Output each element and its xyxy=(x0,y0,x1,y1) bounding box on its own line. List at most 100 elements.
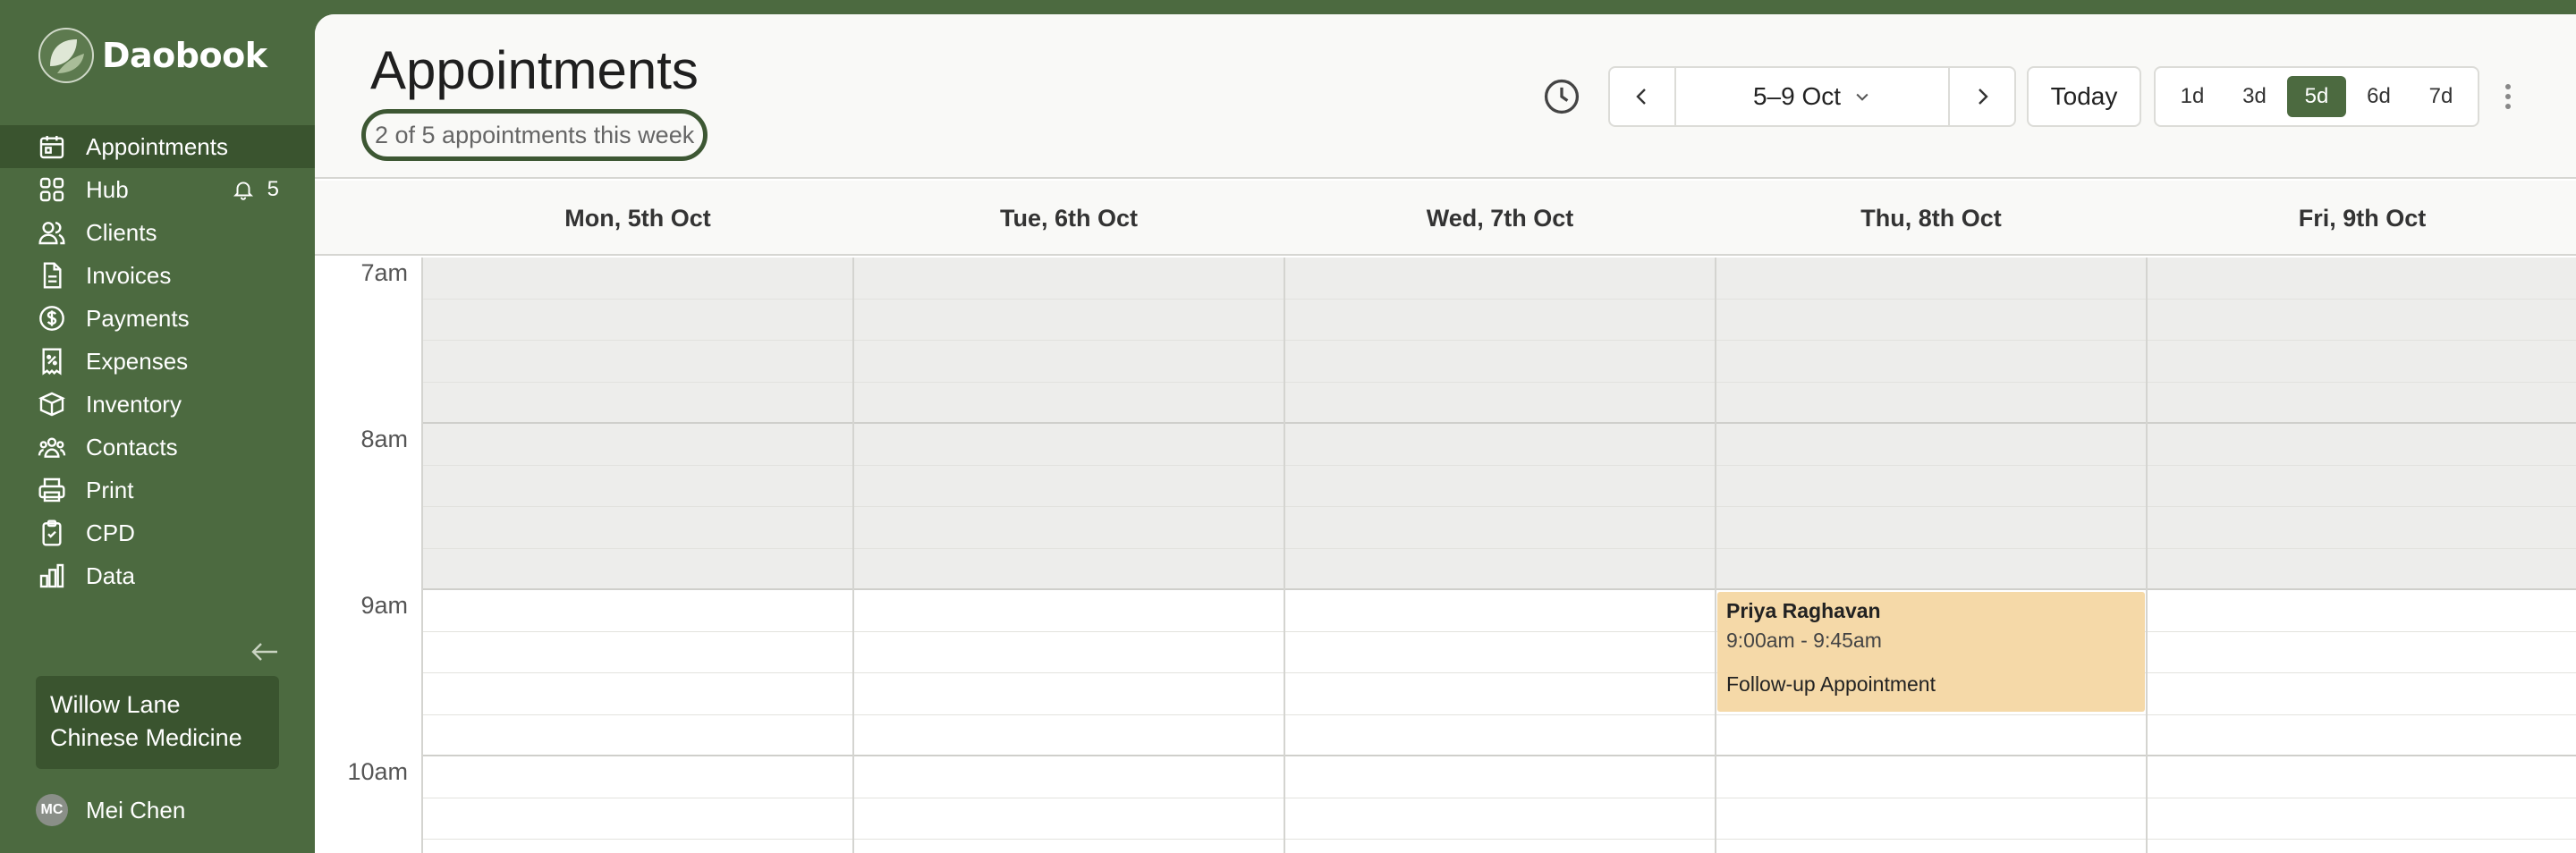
time-slot[interactable] xyxy=(1284,299,1716,341)
time-slot[interactable] xyxy=(1284,341,1716,383)
time-slot[interactable] xyxy=(1716,382,2147,424)
time-slot[interactable] xyxy=(422,341,853,383)
time-slot[interactable] xyxy=(1284,424,1716,466)
view-1d-button[interactable]: 1d xyxy=(2163,76,2222,117)
sidebar-item-payments[interactable]: Payments xyxy=(0,297,315,340)
time-slot[interactable] xyxy=(853,341,1284,383)
time-slot[interactable] xyxy=(1716,507,2147,549)
time-slot[interactable] xyxy=(1716,548,2147,590)
brand[interactable]: Daobook xyxy=(38,27,267,84)
time-slot[interactable] xyxy=(853,258,1284,300)
time-slot[interactable] xyxy=(1716,465,2147,507)
time-slot[interactable] xyxy=(1284,507,1716,549)
time-slot[interactable] xyxy=(2147,590,2576,632)
sidebar-item-inventory[interactable]: Inventory xyxy=(0,383,315,426)
more-options-button[interactable] xyxy=(2490,79,2526,114)
user-menu[interactable]: MC Mei Chen xyxy=(36,792,185,828)
time-slot[interactable] xyxy=(2147,341,2576,383)
time-slot[interactable] xyxy=(422,507,853,549)
time-slot[interactable] xyxy=(422,258,853,300)
view-5d-button[interactable]: 5d xyxy=(2287,76,2346,117)
today-button[interactable]: Today xyxy=(2027,66,2141,127)
time-slot[interactable] xyxy=(422,382,853,424)
practice-switcher[interactable]: Willow Lane Chinese Medicine xyxy=(36,676,279,769)
time-slot[interactable] xyxy=(1716,840,2147,853)
time-slot[interactable] xyxy=(853,840,1284,853)
sidebar-item-data[interactable]: Data xyxy=(0,554,315,597)
time-slot[interactable] xyxy=(422,798,853,840)
view-6d-button[interactable]: 6d xyxy=(2350,76,2409,117)
date-range-picker[interactable]: 5–9 Oct xyxy=(1676,68,1948,125)
time-slot[interactable] xyxy=(1284,840,1716,853)
time-slot[interactable] xyxy=(1284,632,1716,673)
time-slot[interactable] xyxy=(1284,465,1716,507)
time-slot[interactable] xyxy=(1716,715,2147,756)
time-slot[interactable] xyxy=(1284,382,1716,424)
view-3d-button[interactable]: 3d xyxy=(2225,76,2284,117)
time-slot[interactable] xyxy=(853,632,1284,673)
time-slot[interactable] xyxy=(1284,798,1716,840)
time-slot[interactable] xyxy=(422,424,853,466)
time-slot[interactable] xyxy=(853,424,1284,466)
time-slot[interactable] xyxy=(422,673,853,715)
time-slot[interactable] xyxy=(1284,590,1716,632)
time-slot[interactable] xyxy=(2147,299,2576,341)
time-slot[interactable] xyxy=(853,798,1284,840)
time-slot[interactable] xyxy=(2147,673,2576,715)
time-slot[interactable] xyxy=(1716,798,2147,840)
sidebar-item-appointments[interactable]: Appointments xyxy=(0,125,315,168)
time-slot[interactable] xyxy=(1716,258,2147,300)
time-slot[interactable] xyxy=(1716,756,2147,798)
time-slot[interactable] xyxy=(422,590,853,632)
time-slot[interactable] xyxy=(422,299,853,341)
time-slot[interactable] xyxy=(853,673,1284,715)
time-slot[interactable] xyxy=(1284,715,1716,756)
time-slot[interactable] xyxy=(1284,258,1716,300)
time-slot[interactable] xyxy=(1716,299,2147,341)
time-slot[interactable] xyxy=(2147,840,2576,853)
time-slot[interactable] xyxy=(853,382,1284,424)
time-slot[interactable] xyxy=(2147,632,2576,673)
next-week-button[interactable] xyxy=(1948,68,2014,125)
time-slot[interactable] xyxy=(2147,715,2576,756)
time-slot[interactable] xyxy=(853,465,1284,507)
collapse-sidebar-button[interactable] xyxy=(247,637,283,667)
time-slot[interactable] xyxy=(1284,756,1716,798)
time-slot[interactable] xyxy=(2147,424,2576,466)
time-slot[interactable] xyxy=(2147,548,2576,590)
time-slot[interactable] xyxy=(2147,756,2576,798)
time-slot[interactable] xyxy=(853,590,1284,632)
time-slot[interactable] xyxy=(853,548,1284,590)
time-slot[interactable] xyxy=(422,715,853,756)
time-slot[interactable] xyxy=(422,465,853,507)
view-7d-button[interactable]: 7d xyxy=(2411,76,2470,117)
time-slot[interactable] xyxy=(2147,258,2576,300)
sidebar-item-print[interactable]: Print xyxy=(0,469,315,511)
time-slot[interactable] xyxy=(853,756,1284,798)
time-slot[interactable] xyxy=(422,840,853,853)
time-slot[interactable] xyxy=(2147,465,2576,507)
appointment-card[interactable]: Priya Raghavan 9:00am - 9:45am Follow-up… xyxy=(1717,592,2145,712)
time-slot[interactable] xyxy=(853,715,1284,756)
sidebar-item-cpd[interactable]: CPD xyxy=(0,511,315,554)
previous-week-button[interactable] xyxy=(1610,68,1676,125)
sidebar-item-contacts[interactable]: Contacts xyxy=(0,426,315,469)
sidebar-item-expenses[interactable]: Expenses xyxy=(0,340,315,383)
time-slot[interactable] xyxy=(1716,424,2147,466)
time-slot[interactable] xyxy=(422,548,853,590)
sidebar-item-clients[interactable]: Clients xyxy=(0,211,315,254)
time-slot[interactable] xyxy=(422,632,853,673)
working-hours-button[interactable] xyxy=(1538,73,1585,120)
time-slot[interactable] xyxy=(2147,507,2576,549)
sidebar-item-hub[interactable]: Hub 5 xyxy=(0,168,315,211)
time-slot[interactable] xyxy=(422,756,853,798)
time-slot[interactable] xyxy=(1284,548,1716,590)
sidebar-item-invoices[interactable]: Invoices xyxy=(0,254,315,297)
time-slot[interactable] xyxy=(1716,341,2147,383)
time-slot[interactable] xyxy=(2147,382,2576,424)
notification-badge[interactable]: 5 xyxy=(232,168,279,211)
time-slot[interactable] xyxy=(853,299,1284,341)
time-slot[interactable] xyxy=(853,507,1284,549)
time-slot[interactable] xyxy=(2147,798,2576,840)
time-slot[interactable] xyxy=(1284,673,1716,715)
